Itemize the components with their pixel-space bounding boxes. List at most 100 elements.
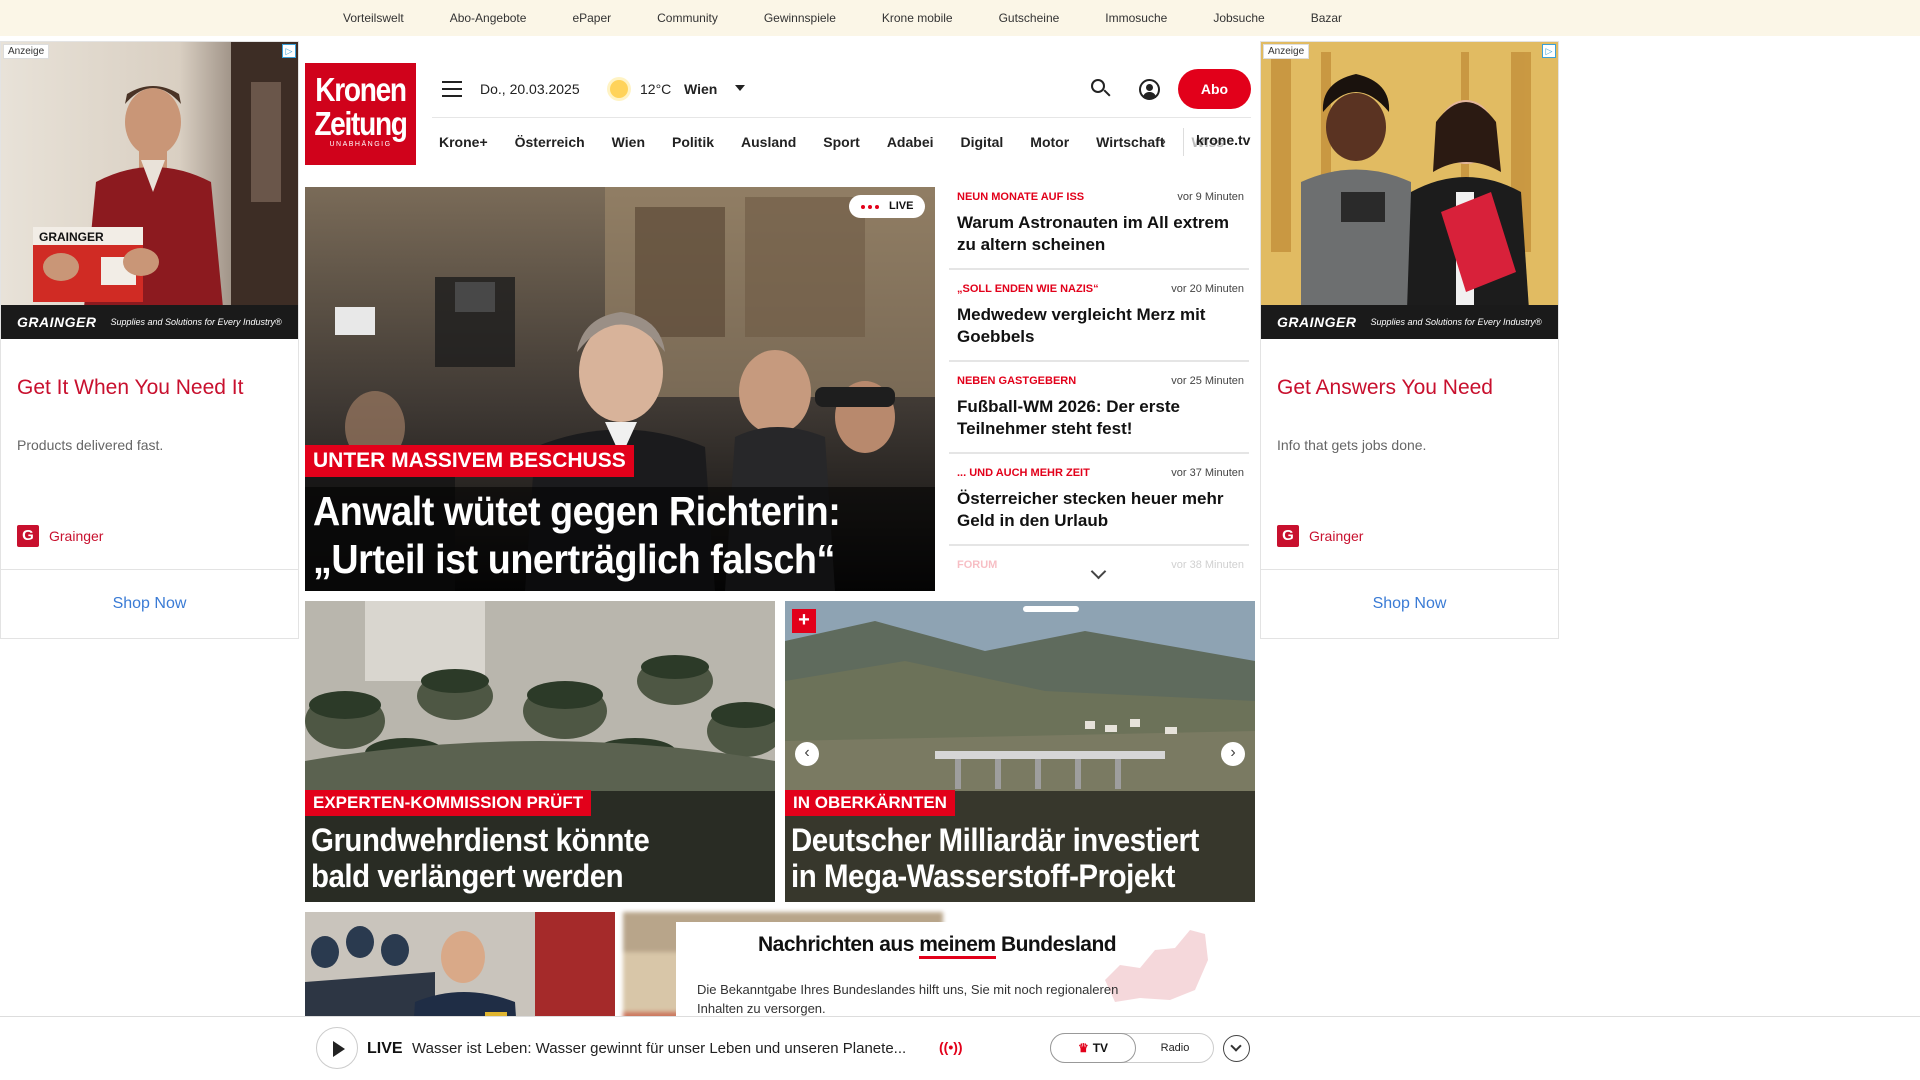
utility-link-abo-angebote[interactable]: Abo-Angebote [450, 11, 527, 25]
ticker-item[interactable]: NEUN MONATE AUF ISS vor 9 Minuten Warum … [949, 191, 1249, 261]
ticker-category: ... UND AUCH MEHR ZEIT [957, 467, 1090, 479]
bundesland-title-highlight: meinem [919, 933, 996, 959]
ticker-item[interactable]: „SOLL ENDEN WIE NAZIS“ vor 20 Minuten Me… [949, 283, 1249, 353]
utility-link-bazar[interactable]: Bazar [1311, 11, 1342, 25]
ad-advertiser-name: Grainger [1309, 528, 1364, 544]
ticker-divider [949, 360, 1249, 362]
ad-advertiser-name: Grainger [49, 528, 104, 544]
nav-item-sport[interactable]: Sport [823, 134, 860, 150]
card-headline-line-1[interactable]: Grundwehrdienst könnte [311, 822, 650, 858]
card-headline-line-2[interactable]: bald verlängert werden [311, 858, 624, 894]
nav-item-krone-tv[interactable]: krone.tv [1196, 132, 1250, 148]
utility-link-epaper[interactable]: ePaper [572, 11, 611, 25]
ad-photo[interactable]: GRAINGER Anzeige ▷ GRAINGER Supplies and… [1, 42, 298, 339]
menu-icon[interactable] [442, 81, 462, 97]
city-selector[interactable]: Wien [684, 81, 717, 97]
nav-item-politik[interactable]: Politik [672, 134, 714, 150]
nav-item-oesterreich[interactable]: Österreich [515, 134, 585, 150]
ticker-title[interactable]: Medwedew vergleicht Merz mit Goebbels [957, 304, 1247, 348]
ad-description: Products delivered fast. [17, 437, 164, 453]
chevron-down-icon[interactable] [735, 85, 745, 91]
nav-item-digital[interactable]: Digital [961, 134, 1004, 150]
expand-player-icon[interactable] [1223, 1035, 1250, 1062]
player-title[interactable]: Wasser ist Leben: Wasser gewinnt für uns… [412, 1040, 906, 1057]
crown-icon: ♛ [1077, 1041, 1089, 1055]
utility-link-gutscheine[interactable]: Gutscheine [999, 11, 1060, 25]
current-date: Do., 20.03.2025 [480, 81, 580, 97]
ad-strip-brand: GRAINGER [1277, 314, 1357, 330]
utility-links: Vorteilswelt Abo-Angebote ePaper Communi… [343, 0, 1388, 36]
krone-logo[interactable]: Kronen Zeitung UNABHÄNGIG [305, 63, 416, 165]
ad-label: Anzeige [3, 44, 50, 59]
grainger-logo-icon: G [1277, 525, 1299, 547]
ticker-category: NEUN MONATE AUF ISS [957, 191, 1085, 203]
ad-advertiser[interactable]: G Grainger [17, 525, 103, 547]
radio-toggle-button[interactable]: Radio [1136, 1033, 1214, 1063]
ticker-time: vor 9 Minuten [1177, 191, 1244, 203]
ticker-divider [949, 544, 1249, 546]
hero-headline-line-1[interactable]: Anwalt wütet gegen Richterin: [313, 487, 841, 535]
ad-advertiser[interactable]: G Grainger [1277, 525, 1363, 547]
broadcast-icon: ((•)) [939, 1039, 963, 1055]
adchoices-icon[interactable]: ▷ [1542, 44, 1556, 58]
bundesland-text: Die Bekanntgabe Ihres Bundeslandes hilft… [697, 982, 1119, 1016]
nav-item-krone-plus[interactable]: Krone+ [439, 134, 488, 150]
tv-label: TV [1092, 1041, 1109, 1055]
play-icon [333, 1041, 345, 1057]
left-ad[interactable]: GRAINGER Anzeige ▷ GRAINGER Supplies and… [0, 41, 299, 639]
player-live-label: LIVE [367, 1040, 403, 1057]
abo-button[interactable]: Abo [1178, 69, 1251, 109]
utility-link-jobsuche[interactable]: Jobsuche [1213, 11, 1264, 25]
ticker-title[interactable]: Warum Astronauten im All extrem zu alter… [957, 212, 1247, 256]
right-ad[interactable]: Anzeige ▷ GRAINGER Supplies and Solution… [1260, 41, 1559, 639]
ad-title[interactable]: Get It When You Need It [17, 376, 243, 400]
play-button[interactable] [316, 1027, 358, 1069]
hero-headline-line-2[interactable]: „Urteil ist unerträglich falsch“ [313, 535, 835, 583]
ad-strip-tagline: Supplies and Solutions for Every Industr… [1370, 317, 1542, 327]
top-utility-bar: Vorteilswelt Abo-Angebote ePaper Communi… [0, 0, 1920, 36]
ticker-title[interactable]: Fußball-WM 2026: Der erste Teilnehmer st… [957, 396, 1247, 440]
nav-item-wirtschaft[interactable]: Wirtschaft [1096, 134, 1164, 150]
utility-link-immosuche[interactable]: Immosuche [1105, 11, 1167, 25]
utility-link-vorteilswelt[interactable]: Vorteilswelt [343, 11, 404, 25]
temperature: 12°C [640, 81, 672, 97]
live-label: LIVE [889, 200, 914, 212]
logo-tagline: UNABHÄNGIG [329, 141, 392, 148]
ad-description: Info that gets jobs done. [1277, 437, 1427, 453]
nav-item-motor[interactable]: Motor [1030, 134, 1069, 150]
chevron-right-icon[interactable]: › [1221, 742, 1245, 766]
ad-brand-strip: GRAINGER Supplies and Solutions for Ever… [1, 305, 298, 339]
ticker-time: vor 20 Minuten [1171, 283, 1244, 295]
ticker-item[interactable]: ... UND AUCH MEHR ZEIT vor 37 Minuten Ös… [949, 467, 1249, 537]
carousel-indicator [1023, 606, 1079, 612]
nav-item-wien[interactable]: Wien [612, 134, 645, 150]
search-icon[interactable] [1091, 79, 1111, 99]
card-headline-line-2[interactable]: in Mega-Wasserstoff-Projekt [791, 858, 1175, 894]
shop-now-button[interactable]: Shop Now [1, 570, 298, 638]
ad-photo[interactable]: Anzeige ▷ GRAINGER Supplies and Solution… [1261, 42, 1558, 339]
utility-link-gewinnspiele[interactable]: Gewinnspiele [764, 11, 836, 25]
ticker-divider [949, 268, 1249, 270]
nav-item-adabei[interactable]: Adabei [887, 134, 934, 150]
nav-scroll-right-icon[interactable]: › [1160, 132, 1166, 150]
chevron-left-icon[interactable]: ‹ [795, 742, 819, 766]
ad-strip-tagline: Supplies and Solutions for Every Industr… [110, 317, 282, 327]
ticker-category: NEBEN GASTGEBERN [957, 375, 1077, 387]
nav-item-ausland[interactable]: Ausland [741, 134, 796, 150]
card-kicker: EXPERTEN-KOMMISSION PRÜFT [305, 790, 592, 816]
ticker-item[interactable]: NEBEN GASTGEBERN vor 25 Minuten Fußball-… [949, 375, 1249, 445]
ticker-title[interactable]: Österreicher stecken heuer mehr Geld in … [957, 488, 1247, 532]
user-account-icon[interactable] [1139, 79, 1160, 100]
ad-label: Anzeige [1263, 44, 1310, 59]
utility-link-krone-mobile[interactable]: Krone mobile [882, 11, 953, 25]
krone-plus-icon: + [792, 609, 816, 633]
tv-toggle-button[interactable]: ♛ TV [1050, 1033, 1136, 1063]
sun-weather-icon [610, 80, 628, 98]
utility-link-community[interactable]: Community [657, 11, 718, 25]
ticker-divider [949, 452, 1249, 454]
svg-text:GRAINGER: GRAINGER [39, 230, 104, 244]
card-headline-line-1[interactable]: Deutscher Milliardär investiert [791, 822, 1199, 858]
ad-title[interactable]: Get Answers You Need [1277, 376, 1493, 400]
adchoices-icon[interactable]: ▷ [282, 44, 296, 58]
shop-now-button[interactable]: Shop Now [1261, 570, 1558, 638]
